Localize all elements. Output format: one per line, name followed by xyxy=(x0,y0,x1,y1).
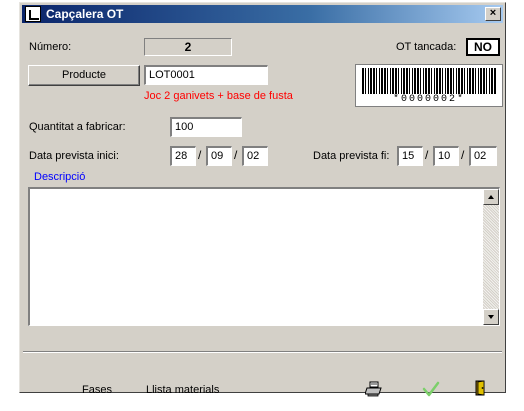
data-inici-label: Data prevista inici: xyxy=(29,150,119,162)
dialog-window: Capçalera OT × Número: 2 OT tancada: NO … xyxy=(19,2,506,397)
print-button[interactable] xyxy=(364,380,383,398)
ot-tancada-label: OT tancada: xyxy=(396,41,457,53)
window-title: Capçalera OT xyxy=(46,7,124,21)
close-button[interactable]: × xyxy=(485,7,501,21)
date-separator: / xyxy=(198,148,202,162)
arrow-down-icon xyxy=(488,315,494,319)
descripcio-textarea[interactable] xyxy=(28,187,500,326)
footer-divider xyxy=(23,351,502,353)
vertical-scrollbar[interactable] xyxy=(483,189,499,325)
app-icon xyxy=(25,6,41,22)
data-fi-day[interactable]: 15 xyxy=(397,146,423,166)
numero-label: Número: xyxy=(29,41,72,53)
barcode: *0000002* xyxy=(355,64,503,107)
producte-button[interactable]: Producte xyxy=(28,65,140,86)
ot-tancada-value: NO xyxy=(466,38,500,56)
quantitat-label: Quantitat a fabricar: xyxy=(29,121,126,133)
producte-input[interactable]: LOT0001 xyxy=(144,65,268,85)
exit-button[interactable] xyxy=(472,379,490,397)
producte-description: Joc 2 ganivets + base de fusta xyxy=(144,90,293,102)
descripcio-label: Descripció xyxy=(34,171,86,183)
date-separator: / xyxy=(425,148,429,162)
arrow-up-icon xyxy=(488,195,494,199)
data-inici-day[interactable]: 28 xyxy=(170,146,196,166)
data-inici-year[interactable]: 02 xyxy=(242,146,268,166)
barcode-bars xyxy=(362,68,496,94)
data-fi-year[interactable]: 02 xyxy=(469,146,497,166)
accept-button[interactable] xyxy=(422,380,440,398)
data-fi-label: Data prevista fi: xyxy=(313,150,390,162)
exit-door-icon xyxy=(475,380,485,396)
printer-icon xyxy=(364,381,382,397)
data-inici-month[interactable]: 09 xyxy=(206,146,232,166)
scroll-down-button[interactable] xyxy=(483,309,499,325)
barcode-text: *0000002* xyxy=(356,94,502,105)
title-bar[interactable]: Capçalera OT × xyxy=(22,5,503,23)
data-fi-month[interactable]: 10 xyxy=(433,146,459,166)
quantitat-input[interactable]: 100 xyxy=(170,117,242,137)
fases-button[interactable]: Fases xyxy=(82,384,112,396)
date-separator: / xyxy=(461,148,465,162)
scroll-up-button[interactable] xyxy=(483,189,499,205)
llista-materials-button[interactable]: Llista materials xyxy=(146,384,219,396)
numero-field: 2 xyxy=(144,38,232,56)
date-separator: / xyxy=(234,148,238,162)
checkmark-icon xyxy=(422,381,440,397)
